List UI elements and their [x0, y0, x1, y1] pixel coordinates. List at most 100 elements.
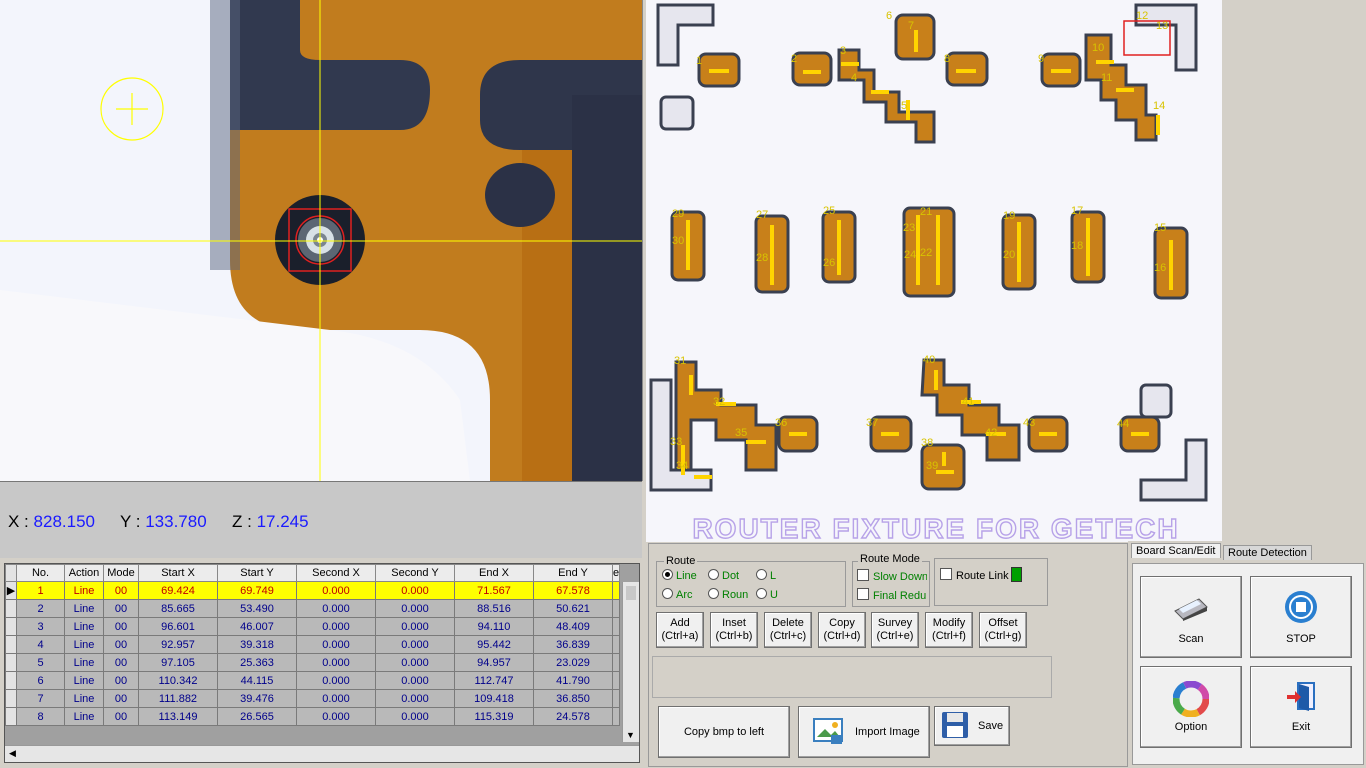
scan-button[interactable]: Scan [1140, 576, 1242, 658]
table-cell[interactable]: 85.665 [138, 599, 218, 618]
add-button[interactable]: Add (Ctrl+a) [656, 612, 704, 648]
delete-button[interactable]: Delete (Ctrl+c) [764, 612, 812, 648]
col-no[interactable]: No. [16, 564, 65, 582]
col-start-x[interactable]: Start X [138, 564, 218, 582]
route-point-label[interactable]: 31 [674, 355, 686, 367]
table-cell[interactable]: 111.882 [138, 689, 218, 708]
scroll-left-icon[interactable]: ◀ [9, 748, 16, 759]
table-cell[interactable]: 0.000 [375, 599, 455, 618]
table-cell[interactable]: 0.000 [375, 581, 455, 600]
route-point-label[interactable]: 12 [1136, 10, 1148, 22]
route-point-label[interactable]: 43 [1023, 417, 1035, 429]
route-point-label[interactable]: 23 [903, 222, 915, 234]
route-point-label[interactable]: 15 [1154, 222, 1166, 234]
route-table[interactable]: No. Action Mode Start X Start Y Second X… [4, 563, 640, 763]
table-cell[interactable]: 96.601 [138, 617, 218, 636]
route-dot-radio[interactable]: Dot [708, 569, 739, 582]
table-cell[interactable]: 92.957 [138, 635, 218, 654]
route-point-label[interactable]: 42 [985, 427, 997, 439]
route-point-label[interactable]: 10 [1092, 42, 1104, 54]
route-point-label[interactable]: 32 [713, 396, 725, 408]
table-cell[interactable]: 8 [16, 707, 65, 726]
table-cell[interactable]: 00 [103, 617, 139, 636]
table-cell[interactable]: 48.409 [533, 617, 613, 636]
copy-button[interactable]: Copy (Ctrl+d) [818, 612, 866, 648]
table-cell[interactable]: 44.115 [217, 671, 297, 690]
table-cell[interactable]: 0.000 [296, 671, 376, 690]
table-cell[interactable]: 109.418 [454, 689, 534, 708]
inset-button[interactable]: Inset (Ctrl+b) [710, 612, 758, 648]
route-point-label[interactable]: 11 [1101, 72, 1112, 84]
route-point-label[interactable]: 36 [775, 417, 787, 429]
route-line-radio[interactable]: Line [662, 569, 697, 582]
table-cell[interactable]: 0.000 [296, 707, 376, 726]
col-action[interactable]: Action [64, 564, 104, 582]
final-reduce-checkbox[interactable]: Final Redu [857, 588, 927, 602]
table-cell[interactable]: 41.790 [533, 671, 613, 690]
table-cell[interactable]: 0.000 [296, 653, 376, 672]
tab-board-scan-edit[interactable]: Board Scan/Edit [1131, 543, 1221, 558]
table-cell[interactable]: 69.749 [217, 581, 297, 600]
route-u-radio[interactable]: U [756, 588, 778, 601]
route-point-label[interactable]: 27 [756, 209, 768, 221]
table-cell[interactable]: 0.000 [296, 689, 376, 708]
col-end-y[interactable]: End Y [533, 564, 613, 582]
route-point-label[interactable]: 7 [908, 20, 914, 32]
route-grid[interactable]: No. Action Mode Start X Start Y Second X… [5, 564, 621, 726]
table-row[interactable]: 3 Line 00 96.601 46.007 0.000 0.000 94.110 48.40… [5, 617, 621, 636]
table-cell[interactable]: 00 [103, 653, 139, 672]
table-cell[interactable]: 0.000 [296, 635, 376, 654]
table-cell[interactable]: 39.476 [217, 689, 297, 708]
table-cell[interactable]: 0.000 [296, 599, 376, 618]
table-cell[interactable]: 6 [16, 671, 65, 690]
route-point-label[interactable]: 33 [670, 436, 682, 448]
table-cell[interactable]: 110.342 [138, 671, 218, 690]
stop-button[interactable]: STOP [1250, 576, 1352, 658]
table-cell[interactable]: 39.318 [217, 635, 297, 654]
table-cell[interactable]: 26.565 [217, 707, 297, 726]
table-cell[interactable]: 0.000 [375, 671, 455, 690]
import-image-button[interactable]: Import Image [798, 706, 930, 758]
route-link-checkbox[interactable]: Route Link [940, 568, 1009, 582]
route-point-label[interactable]: 25 [823, 205, 835, 217]
table-cell[interactable]: 3 [16, 617, 65, 636]
table-row[interactable]: 8 Line 00 113.149 26.565 0.000 0.000 115.319 24.… [5, 707, 621, 726]
board-image[interactable]: ROUTER FIXTURE FOR GETECH 1 2 3 4 5 6 7 8 9 10 11 1… [646, 0, 1222, 542]
route-point-label[interactable]: 21 [920, 206, 932, 218]
tab-route-detection[interactable]: Route Detection [1223, 545, 1312, 560]
table-cell[interactable]: Line [64, 707, 104, 726]
route-point-label[interactable]: 20 [1003, 249, 1015, 261]
table-cell[interactable]: Line [64, 653, 104, 672]
route-point-label[interactable]: 39 [926, 460, 938, 472]
route-point-label[interactable]: 40 [923, 354, 935, 366]
table-cell[interactable]: 00 [103, 635, 139, 654]
table-cell[interactable]: 4 [16, 635, 65, 654]
route-round-radio[interactable]: Roun [708, 588, 748, 601]
table-cell[interactable]: 00 [103, 581, 139, 600]
table-cell[interactable]: 112.747 [454, 671, 534, 690]
route-point-label[interactable]: 26 [823, 257, 835, 269]
col-end-x[interactable]: End X [454, 564, 534, 582]
col-extra[interactable]: e [611, 564, 621, 582]
option-button[interactable]: Option [1140, 666, 1242, 748]
table-cell[interactable]: 88.516 [454, 599, 534, 618]
table-cell[interactable]: 97.105 [138, 653, 218, 672]
scroll-thumb[interactable] [626, 586, 636, 600]
table-cell[interactable]: 5 [16, 653, 65, 672]
route-point-label[interactable]: 3 [840, 45, 846, 57]
table-cell[interactable]: 69.424 [138, 581, 218, 600]
col-mode[interactable]: Mode [103, 564, 139, 582]
route-point-label[interactable]: 38 [921, 437, 933, 449]
table-cell[interactable]: 0.000 [375, 617, 455, 636]
table-cell[interactable]: 25.363 [217, 653, 297, 672]
route-point-label[interactable]: 13 [1156, 20, 1168, 32]
table-row[interactable]: 6 Line 00 110.342 44.115 0.000 0.000 112.747 41.… [5, 671, 621, 690]
table-row[interactable]: 5 Line 00 97.105 25.363 0.000 0.000 94.957 23.02… [5, 653, 621, 672]
route-point-label[interactable]: 4 [851, 72, 857, 84]
table-cell[interactable]: 1 [16, 581, 65, 600]
table-cell[interactable]: 53.490 [217, 599, 297, 618]
modify-button[interactable]: Modify (Ctrl+f) [925, 612, 973, 648]
offset-button[interactable]: Offset (Ctrl+g) [979, 612, 1027, 648]
table-cell[interactable]: 0.000 [296, 581, 376, 600]
table-cell[interactable]: 0.000 [375, 689, 455, 708]
